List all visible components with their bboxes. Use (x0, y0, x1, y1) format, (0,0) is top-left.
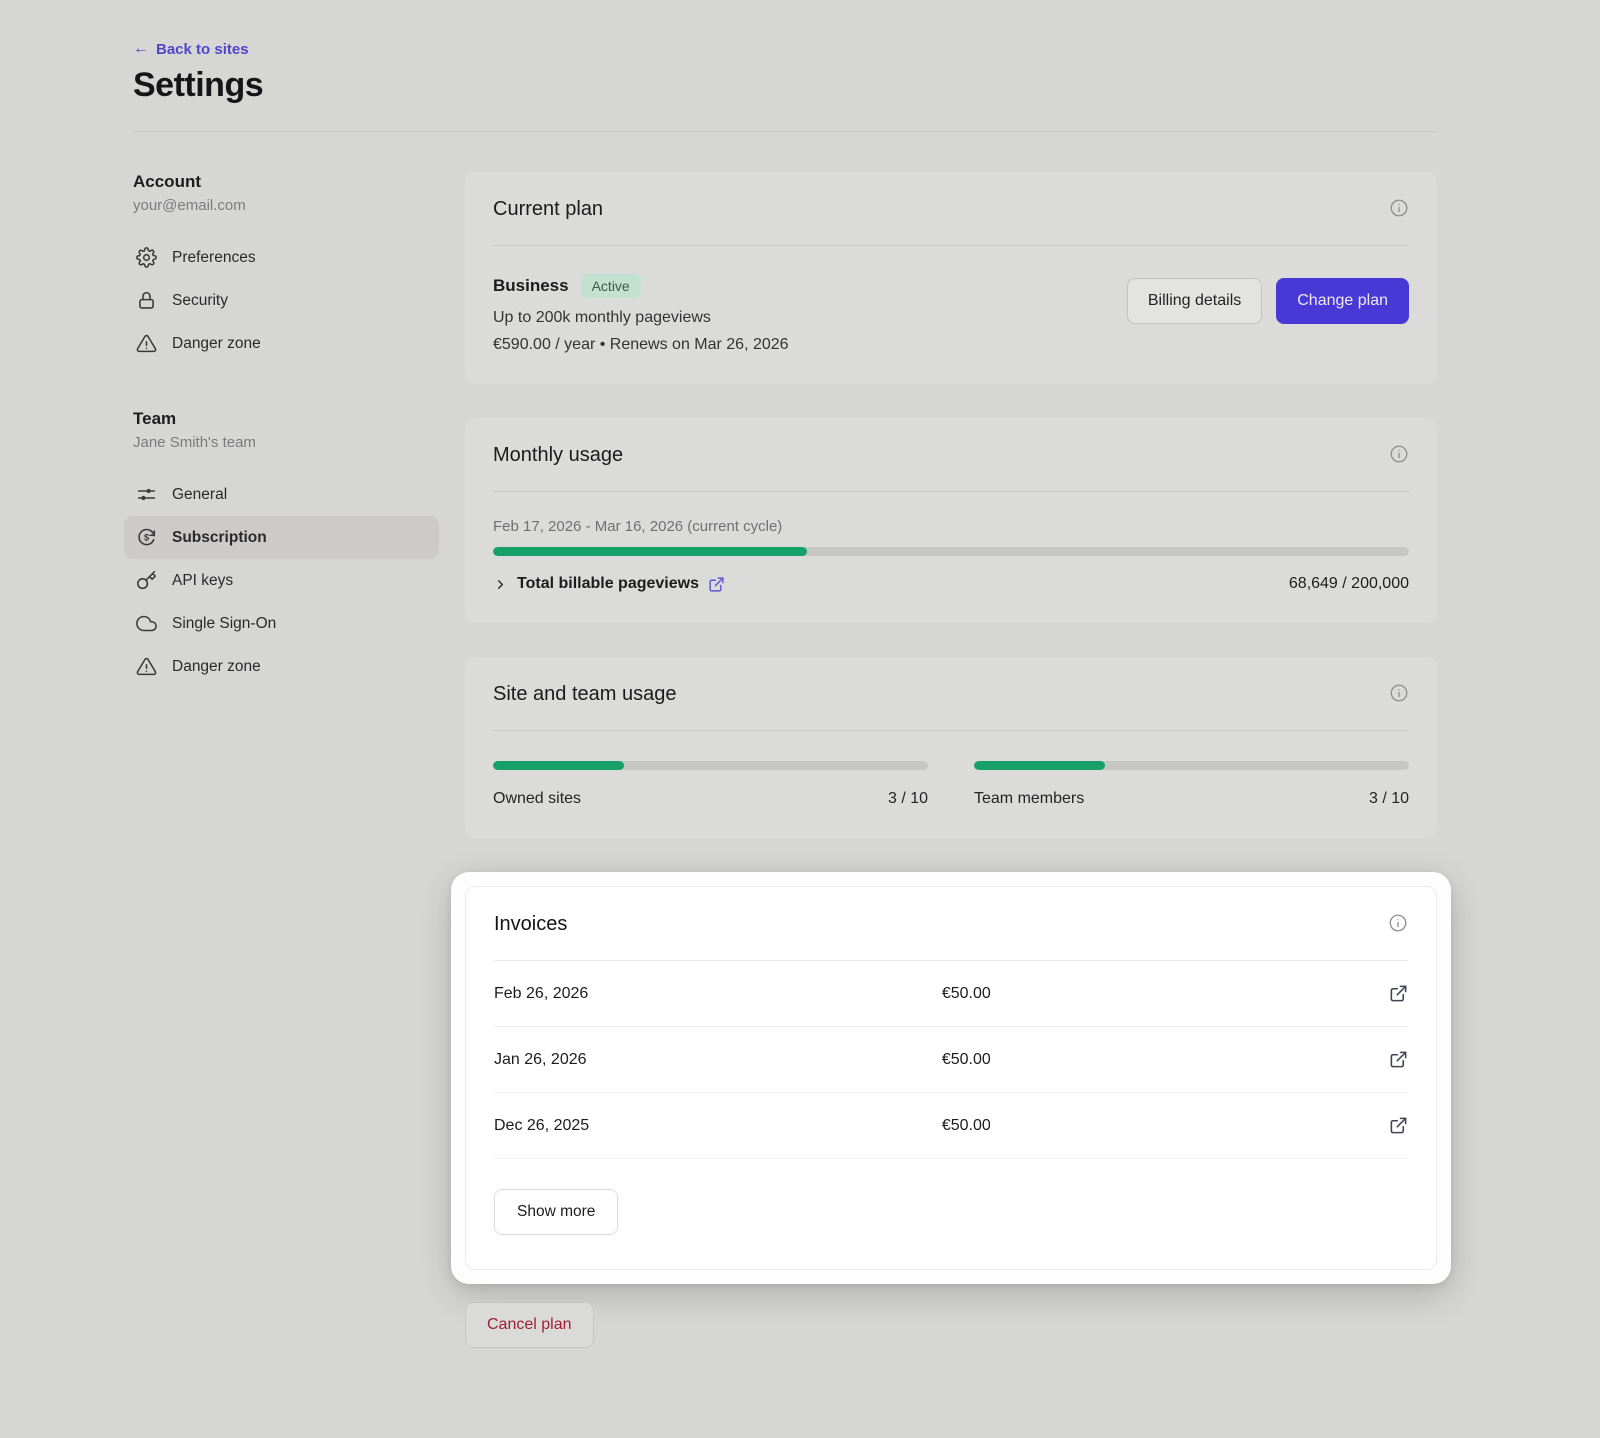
gear-icon (136, 247, 157, 268)
site-team-usage-card: Site and team usage Owned sites 3 / 10 (465, 657, 1437, 838)
warning-triangle-icon (136, 333, 157, 354)
invoices-spotlight-wrapper: Invoices Feb 26, 2026 €50.00 Jan 26, 202… (451, 872, 1451, 1284)
invoices-title: Invoices (494, 913, 567, 936)
site-team-usage-title: Site and team usage (493, 683, 676, 706)
back-to-sites-link[interactable]: ← Back to sites (133, 40, 249, 58)
sliders-icon (136, 484, 157, 505)
sidebar-item-danger-zone-team[interactable]: Danger zone (124, 645, 439, 688)
team-section-header: Team (133, 409, 439, 429)
lock-icon (136, 290, 157, 311)
divider (493, 491, 1409, 492)
sidebar-item-single-sign-on[interactable]: Single Sign-On (124, 602, 439, 645)
sidebar-item-label: API keys (172, 572, 233, 590)
plan-price-line: €590.00 / year • Renews on Mar 26, 2026 (493, 336, 789, 354)
chevron-right-icon (493, 577, 508, 592)
settings-sidebar: Account your@email.com Preferences Secur… (133, 172, 439, 1348)
invoice-amount: €50.00 (942, 985, 1389, 1003)
plan-description: Up to 200k monthly pageviews (493, 309, 789, 327)
pageviews-row-label: Total billable pageviews (517, 575, 699, 593)
cloud-icon (136, 613, 157, 634)
cancel-plan-button[interactable]: Cancel plan (465, 1302, 594, 1348)
sidebar-item-security[interactable]: Security (124, 279, 439, 322)
team-members-progress-fill (974, 761, 1105, 770)
external-link-icon[interactable] (1389, 984, 1408, 1003)
invoice-amount: €50.00 (942, 1117, 1389, 1135)
status-badge: Active (581, 274, 641, 298)
sidebar-item-subscription[interactable]: Subscription (124, 516, 439, 559)
current-plan-card: Current plan Business Active Up to 200k … (465, 172, 1437, 384)
external-link-icon[interactable] (1389, 1116, 1408, 1135)
info-icon[interactable] (1389, 198, 1409, 218)
team-nav-list: General Subscription API keys Single Sig… (124, 473, 439, 688)
monthly-usage-title: Monthly usage (493, 444, 623, 467)
invoices-card: Invoices Feb 26, 2026 €50.00 Jan 26, 202… (465, 886, 1437, 1270)
external-link-icon[interactable] (708, 576, 725, 593)
team-members-value: 3 / 10 (1369, 790, 1409, 808)
owned-sites-meter: Owned sites 3 / 10 (493, 761, 928, 808)
team-members-meter: Team members 3 / 10 (974, 761, 1409, 808)
invoice-row: Feb 26, 2026 €50.00 (494, 961, 1408, 1027)
sidebar-item-label: General (172, 486, 227, 504)
subscription-panel: Current plan Business Active Up to 200k … (465, 172, 1437, 1348)
plan-summary: Business Active Up to 200k monthly pagev… (493, 274, 789, 354)
owned-sites-progress-fill (493, 761, 624, 770)
billing-cycle-label: Feb 17, 2026 - Mar 16, 2026 (current cyc… (493, 518, 1409, 535)
currency-refresh-icon (136, 527, 157, 548)
back-link-label: Back to sites (156, 41, 249, 58)
arrow-left-icon: ← (133, 40, 149, 58)
invoice-amount: €50.00 (942, 1051, 1389, 1069)
external-link-icon[interactable] (1389, 1050, 1408, 1069)
sidebar-item-api-keys[interactable]: API keys (124, 559, 439, 602)
monthly-usage-card: Monthly usage Feb 17, 2026 - Mar 16, 202… (465, 418, 1437, 623)
pageviews-progress-fill (493, 547, 807, 556)
warning-triangle-icon (136, 656, 157, 677)
owned-sites-progress-track (493, 761, 928, 770)
info-icon[interactable] (1389, 683, 1409, 703)
cancel-plan-section: Cancel plan (465, 1302, 1437, 1348)
invoice-date: Dec 26, 2025 (494, 1117, 942, 1135)
owned-sites-value: 3 / 10 (888, 790, 928, 808)
pageviews-progress-track (493, 547, 1409, 556)
plan-name: Business (493, 276, 569, 296)
settings-page: ← Back to sites Settings Account your@em… (0, 0, 1600, 1438)
invoice-date: Feb 26, 2026 (494, 985, 942, 1003)
account-email: your@email.com (133, 197, 439, 214)
sidebar-item-label: Preferences (172, 249, 256, 267)
billing-details-button[interactable]: Billing details (1127, 278, 1262, 324)
sidebar-item-general[interactable]: General (124, 473, 439, 516)
pageviews-count: 68,649 / 200,000 (1289, 575, 1409, 593)
sidebar-item-label: Danger zone (172, 658, 261, 676)
sidebar-item-label: Subscription (172, 529, 267, 547)
divider (493, 730, 1409, 731)
info-icon[interactable] (1389, 444, 1409, 464)
sidebar-item-label: Security (172, 292, 228, 310)
team-name: Jane Smith's team (133, 434, 439, 451)
account-section-header: Account (133, 172, 439, 192)
total-billable-pageviews-row[interactable]: Total billable pageviews (493, 575, 725, 593)
page-title: Settings (133, 66, 1437, 105)
key-icon (136, 570, 157, 591)
sidebar-item-label: Danger zone (172, 335, 261, 353)
invoice-row: Dec 26, 2025 €50.00 (494, 1093, 1408, 1159)
owned-sites-label: Owned sites (493, 790, 581, 808)
account-nav-list: Preferences Security Danger zone (124, 236, 439, 365)
team-members-label: Team members (974, 790, 1084, 808)
invoice-row: Jan 26, 2026 €50.00 (494, 1027, 1408, 1093)
sidebar-item-label: Single Sign-On (172, 615, 276, 633)
sidebar-item-danger-zone-account[interactable]: Danger zone (124, 322, 439, 365)
sidebar-item-preferences[interactable]: Preferences (124, 236, 439, 279)
current-plan-title: Current plan (493, 198, 603, 221)
team-members-progress-track (974, 761, 1409, 770)
header-divider (133, 131, 1437, 132)
invoice-date: Jan 26, 2026 (494, 1051, 942, 1069)
info-icon[interactable] (1388, 913, 1408, 933)
divider (493, 245, 1409, 246)
change-plan-button[interactable]: Change plan (1276, 278, 1409, 324)
show-more-button[interactable]: Show more (494, 1189, 618, 1235)
